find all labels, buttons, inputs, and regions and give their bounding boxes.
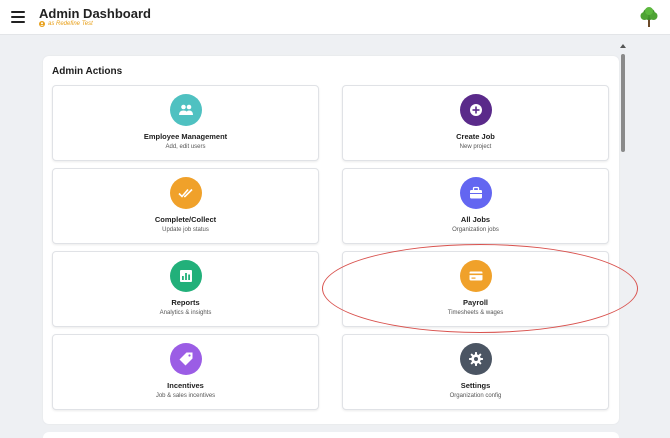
scroll-up-arrow-icon[interactable] <box>620 44 626 48</box>
card-subtitle: Timesheets & wages <box>447 310 504 316</box>
impersonation-text: as Redefine Test <box>48 21 93 27</box>
payroll-card[interactable]: Payroll Timesheets & wages <box>342 251 609 327</box>
card-subtitle: Organization jobs <box>452 227 499 233</box>
vertical-scrollbar[interactable] <box>619 44 627 438</box>
card-title: Incentives <box>167 381 204 390</box>
settings-card[interactable]: Settings Organization config <box>342 334 609 410</box>
bar-chart-icon <box>169 260 202 292</box>
complete-collect-card[interactable]: Complete/Collect Update job status <box>52 168 319 244</box>
next-section-panel <box>43 432 619 438</box>
tree-logo-icon[interactable] <box>638 6 660 28</box>
scrollbar-thumb[interactable] <box>621 54 625 152</box>
card-subtitle: Update job status <box>162 227 209 233</box>
create-job-card[interactable]: Create Job New project <box>342 85 609 161</box>
card-subtitle: Add, edit users <box>165 144 206 150</box>
plus-circle-icon <box>459 94 492 126</box>
page-title: Admin Dashboard <box>39 6 151 21</box>
reports-card[interactable]: Reports Analytics & insights <box>52 251 319 327</box>
credit-card-icon <box>459 260 492 292</box>
card-subtitle: Analytics & insights <box>159 310 212 316</box>
card-title: All Jobs <box>460 215 491 224</box>
card-subtitle: Organization config <box>449 393 502 399</box>
card-subtitle: New project <box>459 144 492 150</box>
briefcase-icon <box>459 177 492 209</box>
user-circle-icon <box>39 21 45 27</box>
card-title: Create Job <box>456 132 495 141</box>
double-check-icon <box>169 177 202 209</box>
gear-icon <box>459 343 492 375</box>
card-subtitle: Job & sales incentives <box>155 393 216 399</box>
section-title: Admin Actions <box>52 66 123 77</box>
card-title: Complete/Collect <box>154 215 217 224</box>
impersonation-label: as Redefine Test <box>39 21 93 27</box>
employee-management-card[interactable]: Employee Management Add, edit users <box>52 85 319 161</box>
card-title: Reports <box>171 298 200 307</box>
card-title: Employee Management <box>143 132 228 141</box>
tag-icon <box>169 343 202 375</box>
card-title: Settings <box>460 381 491 390</box>
all-jobs-card[interactable]: All Jobs Organization jobs <box>342 168 609 244</box>
incentives-card[interactable]: Incentives Job & sales incentives <box>52 334 319 410</box>
admin-actions-panel: Admin Actions Employee Management Add, e… <box>43 56 619 424</box>
users-icon <box>169 94 202 126</box>
card-title: Payroll <box>462 298 488 307</box>
hamburger-menu-icon[interactable] <box>11 11 25 23</box>
top-header: Admin Dashboard as Redefine Test <box>0 0 670 35</box>
